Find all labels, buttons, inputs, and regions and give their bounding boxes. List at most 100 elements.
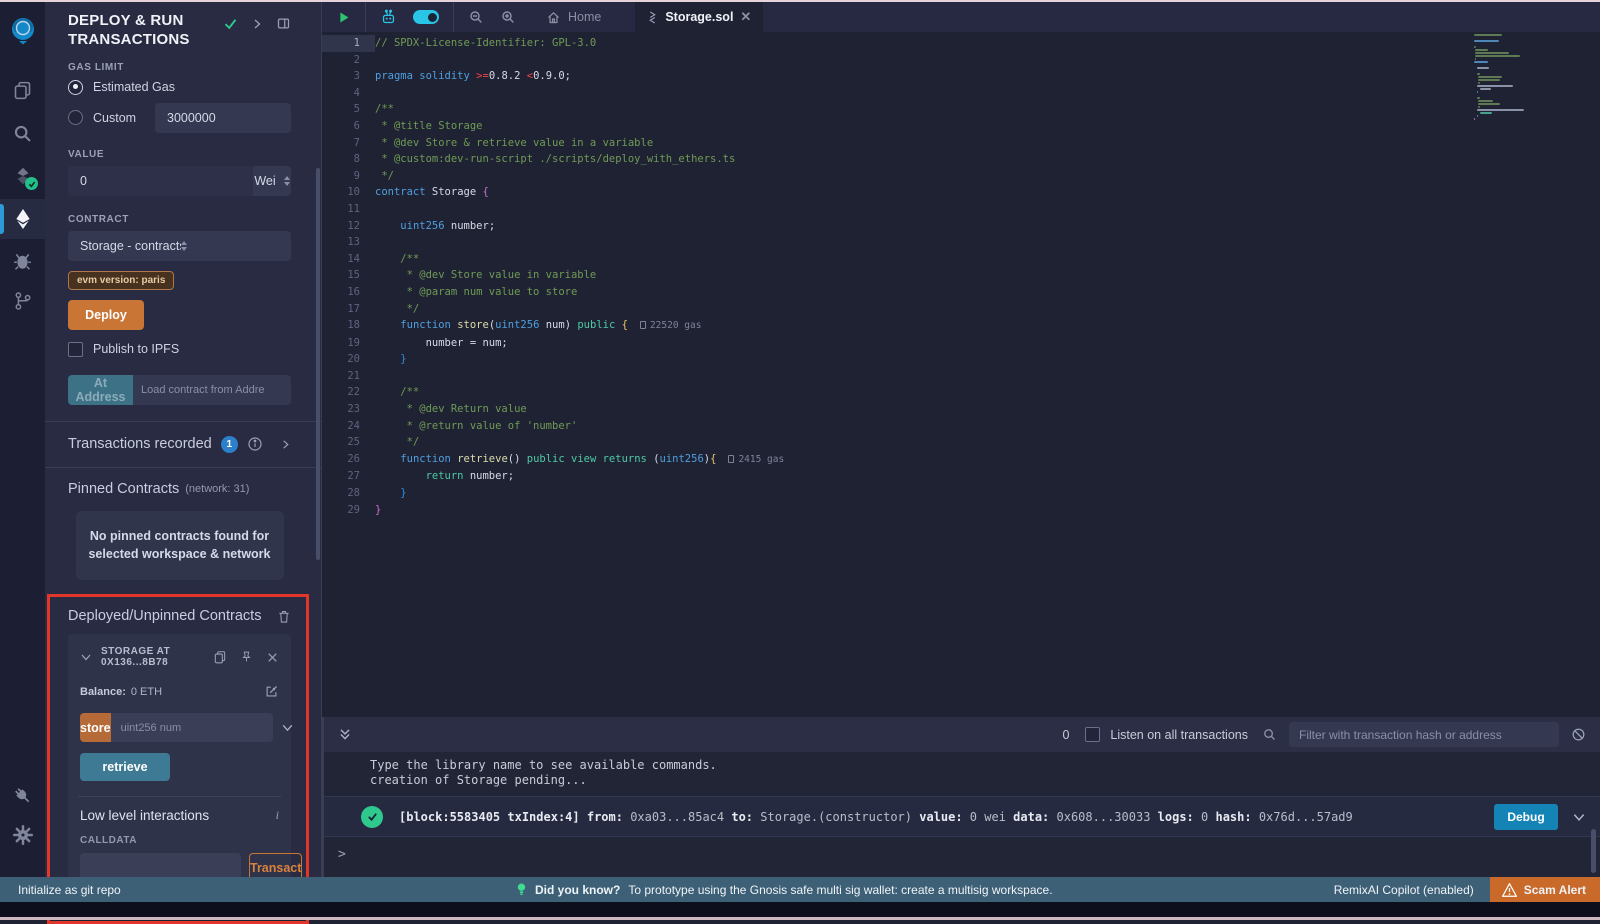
deploy-button[interactable]: Deploy	[68, 300, 144, 330]
code-line[interactable]: 24 * @return value of 'number'	[322, 418, 1600, 435]
trash-icon[interactable]	[277, 609, 291, 624]
pending-tx-count: 0	[1062, 728, 1069, 742]
search-icon[interactable]	[0, 113, 45, 153]
code-line[interactable]: 6 * @title Storage	[322, 118, 1600, 135]
code-line[interactable]: 9 */	[322, 168, 1600, 185]
remix-logo-icon[interactable]	[0, 10, 45, 50]
code-line[interactable]: 14 /**	[322, 251, 1600, 268]
at-address-input[interactable]	[133, 375, 291, 405]
code-line[interactable]: 22 /**	[322, 384, 1600, 401]
code-area: 1// SPDX-License-Identifier: GPL-3.023pr…	[322, 32, 1600, 518]
contract-select[interactable]: Storage - contracts/Storage.sol	[68, 231, 291, 261]
listen-all-checkbox[interactable]	[1085, 727, 1100, 742]
git-icon[interactable]	[0, 281, 45, 321]
code-line[interactable]: 26 function retrieve() public view retur…	[322, 451, 1600, 469]
copilot-status[interactable]: RemixAI Copilot (enabled)	[1334, 883, 1474, 897]
retrieve-button[interactable]: retrieve	[80, 753, 170, 781]
code-line[interactable]: 7 * @dev Store & retrieve value in a var…	[322, 135, 1600, 152]
transactions-recorded-label: Transactions recorded	[68, 436, 212, 452]
deploy-run-panel: DEPLOY & RUN TRANSACTIONS GAS LIMIT Esti…	[45, 2, 322, 877]
collapse-terminal-icon[interactable]	[338, 727, 352, 742]
code-line[interactable]: 27 return number;	[322, 468, 1600, 485]
code-line[interactable]: 23 * @dev Return value	[322, 401, 1600, 418]
icon-rail	[0, 2, 45, 877]
code-line[interactable]: 11	[322, 201, 1600, 218]
code-line[interactable]: 8 * @custom:dev-run-script ./scripts/dep…	[322, 151, 1600, 168]
tab-storage-sol[interactable]: Storage.sol ✕	[635, 2, 763, 32]
gas-limit-input[interactable]	[155, 103, 291, 133]
did-you-know-tip: Did you know? To prototype using the Gno…	[516, 882, 1053, 897]
pin-panel-icon[interactable]	[276, 16, 291, 31]
panel-scrollbar[interactable]	[316, 168, 320, 560]
terminal-prompt[interactable]: >	[324, 837, 1600, 862]
at-address-button[interactable]: At Address	[68, 375, 133, 405]
code-line[interactable]: 5/**	[322, 101, 1600, 118]
low-level-info-icon[interactable]: i	[276, 808, 279, 823]
edit-balance-icon[interactable]	[264, 684, 279, 699]
info-icon[interactable]	[247, 436, 263, 452]
publish-ipfs-checkbox[interactable]	[68, 342, 83, 357]
store-args-input[interactable]	[111, 713, 273, 742]
minimap[interactable]	[1474, 34, 1532, 121]
code-line[interactable]: 18 function store(uint256 num) public {2…	[322, 317, 1600, 335]
code-line[interactable]: 4	[322, 85, 1600, 102]
chevron-right-icon[interactable]	[280, 439, 291, 450]
run-script-icon[interactable]	[336, 10, 351, 25]
solidity-compiler-icon[interactable]	[0, 156, 45, 196]
terminal-search-icon[interactable]	[1262, 727, 1277, 742]
expand-panel-icon[interactable]	[251, 18, 263, 30]
clear-console-icon[interactable]	[1571, 727, 1586, 742]
code-line[interactable]: 15 * @dev Store value in variable	[322, 267, 1600, 284]
pin-contract-icon[interactable]	[240, 650, 253, 664]
publish-ipfs-label: Publish to IPFS	[93, 342, 179, 356]
ai-assistant-robot-icon[interactable]	[380, 9, 397, 26]
deploy-run-icon[interactable]	[0, 199, 45, 239]
value-label: VALUE	[68, 149, 291, 160]
terminal-scrollbar[interactable]	[1591, 829, 1596, 873]
zoom-in-icon[interactable]	[500, 9, 516, 25]
git-init-status[interactable]: Initialize as git repo	[0, 883, 121, 897]
code-line[interactable]: 2	[322, 52, 1600, 69]
copilot-toggle[interactable]	[413, 10, 439, 24]
value-unit-select[interactable]: Wei	[253, 166, 291, 196]
copy-address-icon[interactable]	[213, 650, 227, 664]
file-explorer-icon[interactable]	[0, 70, 45, 110]
custom-gas-radio[interactable]	[68, 110, 83, 125]
code-line[interactable]: 20 }	[322, 351, 1600, 368]
code-line[interactable]: 10contract Storage {	[322, 184, 1600, 201]
scam-alert-button[interactable]: Scam Alert	[1490, 877, 1600, 902]
deployed-contracts-title: Deployed/Unpinned Contracts	[68, 608, 261, 624]
stepper-icon	[181, 241, 282, 251]
close-tab-icon[interactable]: ✕	[740, 9, 751, 25]
code-line[interactable]: 25 */	[322, 434, 1600, 451]
transaction-log-row[interactable]: [block:5583405 txIndex:4] from: 0xa03...…	[324, 796, 1600, 837]
remove-contract-icon[interactable]	[266, 651, 279, 664]
store-button[interactable]: store	[80, 713, 111, 742]
zoom-out-icon[interactable]	[468, 9, 484, 25]
expand-tx-chevron-icon[interactable]	[1572, 810, 1586, 824]
calldata-label: CALLDATA	[80, 835, 279, 846]
editor: Home Storage.sol ✕ 1// SPDX-License-Iden…	[322, 2, 1600, 717]
code-line[interactable]: 17 */	[322, 301, 1600, 318]
filter-input[interactable]	[1289, 722, 1559, 747]
expand-args-chevron-icon[interactable]	[281, 721, 294, 734]
value-input[interactable]	[68, 166, 253, 196]
debug-button[interactable]: Debug	[1494, 804, 1558, 830]
debugger-icon[interactable]	[0, 240, 45, 280]
code-line[interactable]: 29}	[322, 502, 1600, 519]
code-line[interactable]: 19 number = num;	[322, 335, 1600, 352]
balance-value: 0 ETH	[131, 686, 162, 698]
window-gap	[0, 902, 1600, 917]
estimated-gas-radio[interactable]	[68, 80, 83, 95]
code-line[interactable]: 16 * @param num value to store	[322, 284, 1600, 301]
plugin-manager-icon[interactable]	[0, 775, 45, 815]
code-line[interactable]: 28 }	[322, 485, 1600, 502]
settings-gear-icon[interactable]	[0, 815, 45, 855]
code-line[interactable]: 12 uint256 number;	[322, 218, 1600, 235]
code-line[interactable]: 3pragma solidity >=0.8.2 <0.9.0;	[322, 68, 1600, 85]
code-line[interactable]: 21	[322, 368, 1600, 385]
code-line[interactable]: 1// SPDX-License-Identifier: GPL-3.0	[322, 35, 1600, 52]
tab-home[interactable]: Home	[530, 2, 617, 32]
code-line[interactable]: 13	[322, 234, 1600, 251]
contract-card-header[interactable]: STORAGE AT 0X136...8B78	[80, 646, 279, 668]
